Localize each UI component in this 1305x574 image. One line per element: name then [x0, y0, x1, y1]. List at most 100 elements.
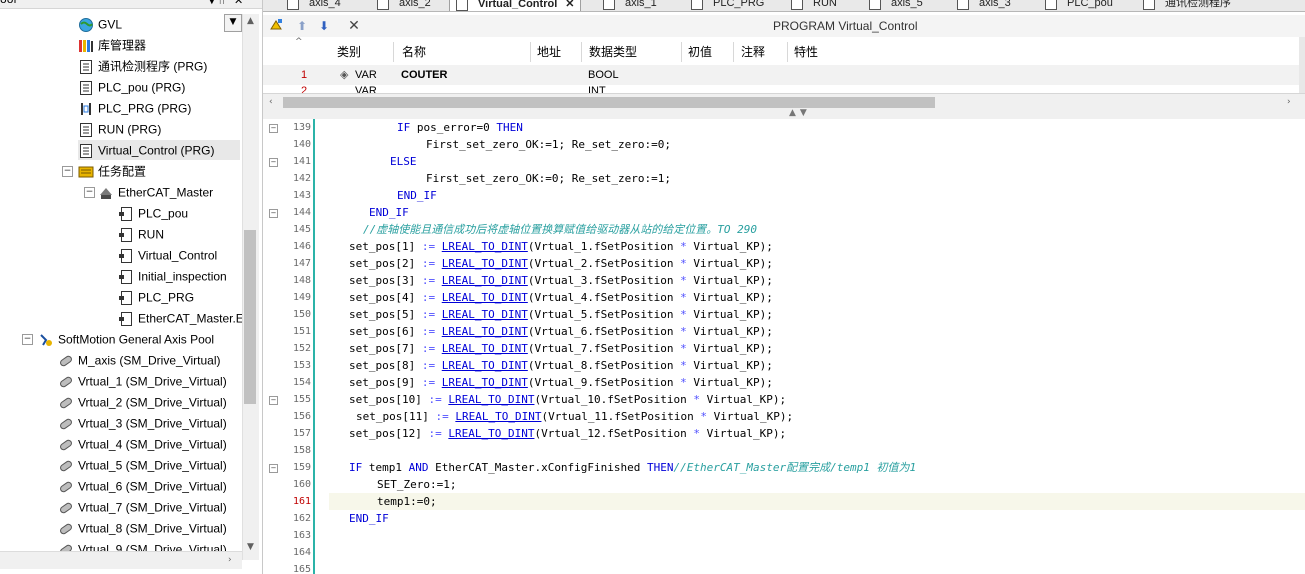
- dropdown-arrow-icon[interactable]: ▼: [224, 14, 242, 32]
- table-row[interactable]: 1 ◈ VAR COUTER BOOL: [263, 65, 1299, 85]
- fold-toggle-icon[interactable]: −: [269, 158, 278, 167]
- fold-toggle-icon[interactable]: −: [269, 396, 278, 405]
- code-line[interactable]: set_pos[10] := LREAL_TO_DINT(Vrtual_10.f…: [349, 391, 786, 408]
- code-line[interactable]: set_pos[8] := LREAL_TO_DINT(Vrtual_8.fSe…: [349, 357, 773, 374]
- tab-comm-check[interactable]: 通讯检测程序: [1143, 0, 1231, 11]
- auto-declare-icon[interactable]: [267, 17, 285, 35]
- tree-item-axis[interactable]: Vrtual_5 (SM_Drive_Virtual): [58, 455, 227, 475]
- tree-item-task-config[interactable]: 任务配置: [78, 161, 146, 181]
- scroll-down-arrow-icon[interactable]: ▼: [247, 542, 254, 552]
- fold-toggle-icon[interactable]: −: [269, 209, 278, 218]
- tree-item-axis[interactable]: Vrtual_7 (SM_Drive_Virtual): [58, 497, 227, 517]
- tree-item-axis[interactable]: Vrtual_2 (SM_Drive_Virtual): [58, 392, 227, 412]
- tab-plc-pou[interactable]: PLC_pou: [1045, 0, 1113, 11]
- tree-item-axis-pool[interactable]: SoftMotion General Axis Pool: [38, 329, 214, 349]
- tree-item-ethercat-task[interactable]: EtherCAT_Master: [98, 182, 213, 202]
- horizontal-scrollbar[interactable]: ›: [0, 551, 242, 569]
- code-line[interactable]: SET_Zero:=1;: [377, 476, 456, 493]
- column-header[interactable]: 类别: [337, 42, 361, 62]
- tab-run[interactable]: RUN: [791, 0, 837, 11]
- code-line[interactable]: IF temp1 AND EtherCAT_Master.xConfigFini…: [349, 459, 916, 476]
- delete-icon[interactable]: ✕: [345, 17, 363, 35]
- scrollbar-thumb[interactable]: [244, 230, 256, 404]
- fold-toggle-icon[interactable]: −: [269, 124, 278, 133]
- code-line[interactable]: set_pos[3] := LREAL_TO_DINT(Vrtual_3.fSe…: [349, 272, 773, 289]
- column-header[interactable]: 特性: [794, 42, 818, 62]
- horizontal-scrollbar[interactable]: ‹ ›: [263, 93, 1305, 112]
- collapse-toggle[interactable]: −: [84, 187, 95, 198]
- tree-item-gvl[interactable]: GVL: [78, 14, 122, 34]
- tree-item-plc-prg[interactable]: PLC_PRG (PRG): [78, 98, 191, 118]
- column-header[interactable]: 名称: [402, 42, 426, 62]
- code-line[interactable]: temp1:=0;: [377, 493, 437, 510]
- code-line[interactable]: set_pos[7] := LREAL_TO_DINT(Vrtual_7.fSe…: [349, 340, 773, 357]
- tree-item-axis[interactable]: M_axis (SM_Drive_Virtual): [58, 350, 220, 370]
- tree-item-axis[interactable]: Vrtual_8 (SM_Drive_Virtual): [58, 518, 227, 538]
- code-line[interactable]: First_set_zero_OK:=1; Re_set_zero:=0;: [426, 136, 671, 153]
- tab-axis-4[interactable]: axis_4: [287, 0, 341, 11]
- code-editor[interactable]: 139 − 140 141 − 142 143 144 − 145 146 147 148 149 150 1…: [263, 119, 1305, 574]
- close-icon[interactable]: ✕: [234, 0, 243, 6]
- tree-item-axis[interactable]: Vrtual_9 (SM_Drive_Virtual): [58, 539, 227, 551]
- scroll-right-arrow-icon[interactable]: ›: [1287, 97, 1291, 107]
- code-line[interactable]: END_IF: [369, 204, 409, 221]
- tab-axis-5[interactable]: axis_5: [869, 0, 923, 11]
- close-tab-icon[interactable]: ✕: [565, 0, 574, 10]
- vertical-scrollbar[interactable]: [1299, 37, 1305, 93]
- column-header[interactable]: 地址: [537, 42, 561, 62]
- scroll-right-arrow-icon[interactable]: ›: [228, 555, 232, 565]
- move-down-icon[interactable]: ⬇: [315, 17, 333, 35]
- code-line[interactable]: END_IF: [349, 510, 389, 527]
- code-line[interactable]: set_pos[9] := LREAL_TO_DINT(Vrtual_9.fSe…: [349, 374, 773, 391]
- tree-item-virtual-control[interactable]: Virtual_Control (PRG): [78, 140, 240, 160]
- move-up-icon[interactable]: ⬆: [293, 17, 311, 35]
- var-name[interactable]: COUTER: [401, 65, 447, 85]
- code-line[interactable]: set_pos[12] := LREAL_TO_DINT(Vrtual_12.f…: [349, 425, 786, 442]
- tree-item-axis[interactable]: Vrtual_3 (SM_Drive_Virtual): [58, 413, 227, 433]
- tab-virtual-control[interactable]: Virtual_Control ✕: [449, 0, 582, 11]
- tree-item-library-manager[interactable]: 库管理器: [78, 35, 146, 55]
- code-line[interactable]: set_pos[5] := LREAL_TO_DINT(Vrtual_5.fSe…: [349, 306, 773, 323]
- var-type[interactable]: INT: [588, 81, 606, 93]
- pin-icon[interactable]: ▼ ᛖ: [208, 0, 225, 6]
- column-header[interactable]: 注释: [741, 42, 765, 62]
- tab-axis-2[interactable]: axis_2: [377, 0, 431, 11]
- scroll-up-arrow-icon[interactable]: ▲: [247, 16, 254, 26]
- code-line[interactable]: set_pos[4] := LREAL_TO_DINT(Vrtual_4.fSe…: [349, 289, 773, 306]
- tree-item-comm-check[interactable]: 通讯检测程序 (PRG): [78, 56, 207, 76]
- tree-item-call-plc-pou[interactable]: PLC_pou: [118, 203, 188, 223]
- scrollbar-thumb[interactable]: [283, 97, 935, 108]
- tree-item-call-ethercat-master[interactable]: EtherCAT_Master.Eth: [118, 308, 254, 328]
- column-header[interactable]: 数据类型: [589, 42, 637, 62]
- tab-plc-prg[interactable]: PLC_PRG: [691, 0, 764, 11]
- code-line[interactable]: set_pos[2] := LREAL_TO_DINT(Vrtual_2.fSe…: [349, 255, 773, 272]
- tree-item-run[interactable]: RUN (PRG): [78, 119, 161, 139]
- collapse-toggle[interactable]: −: [22, 334, 33, 345]
- tree-item-call-run[interactable]: RUN: [118, 224, 164, 244]
- scroll-left-arrow-icon[interactable]: ‹: [269, 97, 273, 107]
- code-line[interactable]: END_IF: [397, 187, 437, 204]
- tree-item-axis[interactable]: Vrtual_6 (SM_Drive_Virtual): [58, 476, 227, 496]
- tree-item-axis[interactable]: Vrtual_1 (SM_Drive_Virtual): [58, 371, 227, 391]
- tree-item-call-initial-inspection[interactable]: Initial_inspection: [118, 266, 227, 286]
- code-line[interactable]: //虚轴使能且通信成功后将虚轴位置换算赋值给驱动器从站的给定位置。TO 290: [363, 221, 757, 238]
- sort-arrow-icon[interactable]: ^: [295, 37, 303, 47]
- code-line[interactable]: IF pos_error=0 THEN: [397, 119, 523, 136]
- collapse-toggle[interactable]: −: [62, 166, 73, 177]
- tree-item-plc-pou[interactable]: PLC_pou (PRG): [78, 77, 185, 97]
- code-line[interactable]: First_set_zero_OK:=0; Re_set_zero:=1;: [426, 170, 671, 187]
- column-header[interactable]: 初值: [688, 42, 712, 62]
- fold-toggle-icon[interactable]: −: [269, 464, 278, 473]
- var-category[interactable]: VAR: [355, 81, 377, 93]
- tree-item-call-plc-prg[interactable]: PLC_PRG: [118, 287, 194, 307]
- code-line[interactable]: set_pos[6] := LREAL_TO_DINT(Vrtual_6.fSe…: [349, 323, 773, 340]
- splitter[interactable]: ▲▼: [263, 108, 1305, 119]
- tree-item-axis[interactable]: Vrtual_4 (SM_Drive_Virtual): [58, 434, 227, 454]
- tab-axis-1[interactable]: axis_1: [603, 0, 657, 11]
- tree-item-call-virtual-control[interactable]: Virtual_Control: [118, 245, 217, 265]
- code-line[interactable]: ELSE: [390, 153, 417, 170]
- tab-axis-3[interactable]: axis_3: [957, 0, 1011, 11]
- code-line[interactable]: set_pos[11] := LREAL_TO_DINT(Vrtual_11.f…: [356, 408, 793, 425]
- code-line[interactable]: set_pos[1] := LREAL_TO_DINT(Vrtual_1.fSe…: [349, 238, 773, 255]
- splitter-arrows-icon[interactable]: ▲▼: [789, 108, 811, 118]
